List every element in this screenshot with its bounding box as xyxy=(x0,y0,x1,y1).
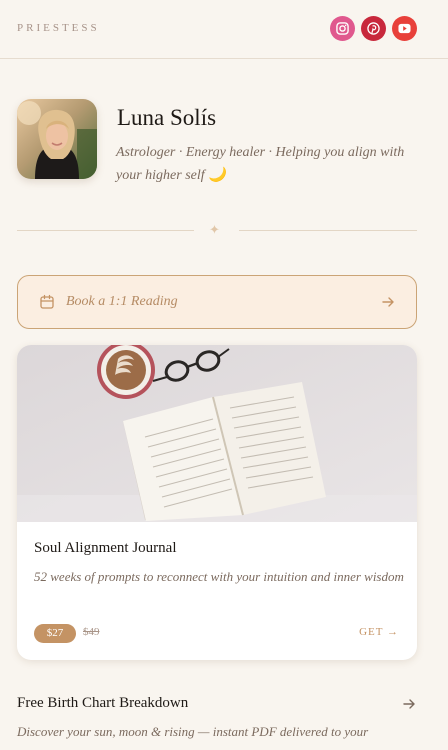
brand-name[interactable]: PRIESTESS xyxy=(17,22,100,34)
youtube-link[interactable] xyxy=(392,16,417,41)
arrow-right-icon xyxy=(382,297,394,307)
pinterest-icon xyxy=(367,22,380,35)
divider-left xyxy=(17,230,194,231)
instagram-icon xyxy=(336,22,349,35)
profile-name: Luna Solís xyxy=(117,105,217,130)
profile-bio: Astrologer · Energy healer · Helping you… xyxy=(116,145,405,183)
instagram-link[interactable] xyxy=(330,16,355,41)
avatar-photo xyxy=(17,99,97,179)
product-card[interactable]: Soul Alignment Journal 52 weeks of promp… xyxy=(17,345,417,660)
profile-avatar xyxy=(17,99,97,179)
book-reading-label: Book a 1:1 Reading xyxy=(66,294,178,309)
birth-chart-title: Free Birth Chart Breakdown xyxy=(17,695,189,711)
get-button[interactable]: GET → xyxy=(359,626,399,638)
sparkle-icon: ✦ xyxy=(209,222,220,237)
original-price: $49 xyxy=(83,626,100,638)
youtube-icon xyxy=(398,23,411,34)
top-bar: PRIESTESS xyxy=(0,0,448,59)
arrow-right-icon xyxy=(403,699,415,709)
book-reading-button[interactable]: Book a 1:1 Reading xyxy=(17,275,417,329)
social-links xyxy=(330,16,417,41)
product-description: 52 weeks of prompts to reconnect with yo… xyxy=(34,569,404,584)
birth-chart-description: Discover your sun, moon & rising — insta… xyxy=(17,724,369,750)
product-title: Soul Alignment Journal xyxy=(34,540,177,556)
price-badge: $27 xyxy=(34,624,76,643)
pinterest-link[interactable] xyxy=(361,16,386,41)
divider-right xyxy=(239,230,417,231)
calendar-icon xyxy=(40,294,54,309)
product-image xyxy=(17,345,417,522)
